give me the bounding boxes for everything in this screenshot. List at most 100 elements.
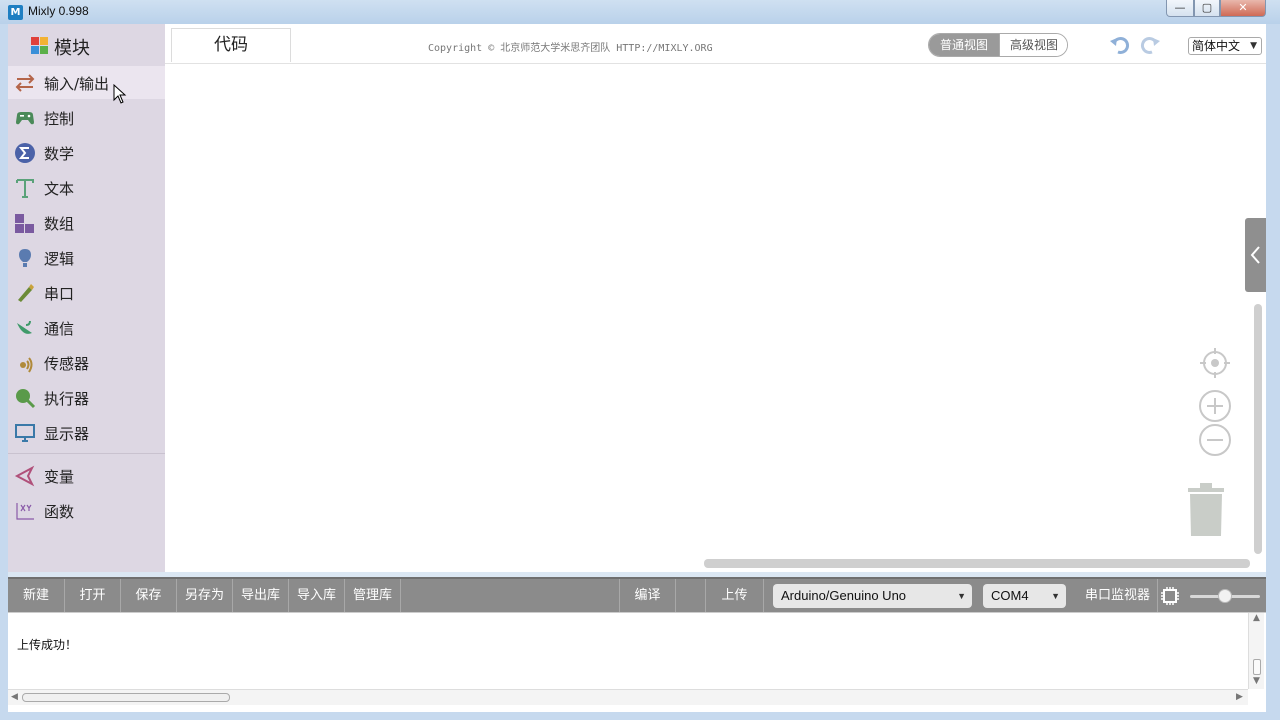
sidebar-item-actuator[interactable]: 执行器 xyxy=(8,381,165,414)
save-button[interactable]: 保存 xyxy=(121,579,177,612)
code-tab[interactable]: 代码 xyxy=(171,28,291,62)
workspace-vertical-scrollbar[interactable] xyxy=(1254,304,1262,554)
chevron-down-icon: ▼ xyxy=(1051,591,1060,601)
sensor-icon xyxy=(20,357,33,373)
console-message: 上传成功！ xyxy=(17,638,78,652)
view-mode-toggle: 普通视图 高级视图 xyxy=(928,33,1068,57)
window-frame-right xyxy=(1266,24,1280,720)
sidebar-item-label: 文本 xyxy=(44,180,75,198)
sidebar-item-label: 通信 xyxy=(44,320,75,338)
window-titlebar: M Mixly 0.998 — ▢ ✕ xyxy=(0,0,1280,24)
sidebar-item-label: 数组 xyxy=(44,215,75,233)
pen-icon xyxy=(18,284,34,302)
satellite-dish-icon xyxy=(17,320,32,334)
sidebar-item-label: 函数 xyxy=(44,503,75,521)
output-console: 上传成功！ ▲ ▼ ◀ ▶ xyxy=(8,612,1266,712)
app-logo-icon: M xyxy=(8,5,23,20)
blocks-tab[interactable]: 模块 xyxy=(8,24,165,64)
sidebar-item-sensor[interactable]: 传感器 xyxy=(8,346,165,379)
serial-monitor-button[interactable]: 串口监视器 xyxy=(1078,579,1158,612)
window-frame-left xyxy=(0,24,8,720)
sidebar-item-communication[interactable]: 通信 xyxy=(8,311,165,344)
sidebar-item-variables[interactable]: 变量 xyxy=(8,459,165,492)
sidebar-item-label: 输入/输出 xyxy=(44,75,110,93)
sidebar-item-label: 执行器 xyxy=(44,390,90,408)
console-horizontal-thumb[interactable] xyxy=(22,693,230,702)
chevron-down-icon: ▼ xyxy=(1250,41,1257,51)
zoom-slider-handle[interactable] xyxy=(1218,589,1232,603)
sidebar-item-array[interactable]: 数组 xyxy=(8,206,165,239)
header-bar: 模块 代码 Copyright © 北京师范大学米思齐团队 HTTP://MIX… xyxy=(8,24,1266,64)
sidebar-item-text[interactable]: 文本 xyxy=(8,171,165,204)
text-t-icon xyxy=(16,179,34,198)
scroll-up-icon[interactable]: ▲ xyxy=(1253,613,1260,623)
minimize-button[interactable]: — xyxy=(1166,0,1194,17)
mouse-cursor-icon xyxy=(113,84,127,104)
toolbar-spacer xyxy=(401,579,620,612)
sidebar-item-math[interactable]: 数学 xyxy=(8,136,165,169)
advanced-view-button[interactable]: 高级视图 xyxy=(999,34,1067,56)
sidebar-item-serial[interactable]: 串口 xyxy=(8,276,165,309)
export-library-button[interactable]: 导出库 xyxy=(233,579,289,612)
new-button[interactable]: 新建 xyxy=(8,579,65,612)
chip-icon[interactable] xyxy=(1160,586,1180,606)
undo-icon[interactable] xyxy=(1109,34,1131,56)
scroll-left-icon[interactable]: ◀ xyxy=(11,692,18,702)
open-button[interactable]: 打开 xyxy=(65,579,121,612)
recenter-icon[interactable] xyxy=(1198,346,1232,380)
workspace-horizontal-scrollbar[interactable] xyxy=(704,559,1250,568)
console-vertical-scrollbar[interactable]: ▲ ▼ xyxy=(1248,613,1264,689)
copyright-text: Copyright © 北京师范大学米思齐团队 HTTP://MIXLY.ORG xyxy=(428,43,713,54)
bottom-toolbar: 新建 打开 保存 另存为 导出库 导入库 管理库 编译 上传 Arduino/G… xyxy=(8,577,1266,612)
normal-view-button[interactable]: 普通视图 xyxy=(929,34,999,56)
sidebar-item-label: 串口 xyxy=(44,285,75,303)
close-button[interactable]: ✕ xyxy=(1220,0,1266,17)
sidebar-item-functions[interactable]: 函数 xyxy=(8,494,165,527)
sidebar-item-io[interactable]: 输入/输出 xyxy=(8,66,165,99)
maximize-button[interactable]: ▢ xyxy=(1194,0,1220,17)
sidebar-item-label: 传感器 xyxy=(44,355,90,373)
console-vertical-thumb[interactable] xyxy=(1253,659,1261,675)
scroll-down-icon[interactable]: ▼ xyxy=(1253,676,1260,686)
sidebar-item-label: 控制 xyxy=(44,110,75,128)
trash-icon[interactable] xyxy=(1186,482,1226,538)
sigma-icon xyxy=(15,143,35,163)
board-select-value: Arduino/Genuino Uno xyxy=(781,588,907,603)
language-select-value: 简体中文 xyxy=(1192,39,1241,53)
blockly-workspace[interactable] xyxy=(165,64,1266,572)
manage-library-button[interactable]: 管理库 xyxy=(345,579,401,612)
save-as-button[interactable]: 另存为 xyxy=(177,579,233,612)
blocks-tab-label: 模块 xyxy=(54,38,90,59)
window-title: Mixly 0.998 xyxy=(28,4,89,18)
sidebar-item-control[interactable]: 控制 xyxy=(8,101,165,134)
toolbar-spacer xyxy=(676,579,706,612)
sidebar-item-logic[interactable]: 逻辑 xyxy=(8,241,165,274)
scroll-right-icon[interactable]: ▶ xyxy=(1236,692,1243,702)
lightbulb-icon xyxy=(19,249,31,267)
port-select-value: COM4 xyxy=(991,588,1029,603)
board-select[interactable]: Arduino/Genuino Uno ▼ xyxy=(773,584,972,608)
port-select[interactable]: COM4 ▼ xyxy=(983,584,1066,608)
sidebar-item-label: 显示器 xyxy=(44,425,90,443)
collapse-panel-button[interactable] xyxy=(1245,218,1266,292)
import-library-button[interactable]: 导入库 xyxy=(289,579,345,612)
sidebar-item-label: 逻辑 xyxy=(44,250,75,268)
redo-icon[interactable] xyxy=(1139,34,1161,56)
variable-cube-icon xyxy=(14,465,35,487)
compile-button[interactable]: 编译 xyxy=(620,579,676,612)
chevron-left-icon xyxy=(1250,246,1260,264)
upload-button[interactable]: 上传 xyxy=(706,579,764,612)
function-xy-icon xyxy=(16,503,34,520)
language-select[interactable]: 简体中文 ▼ xyxy=(1188,37,1262,55)
sidebar-item-label: 变量 xyxy=(44,468,75,486)
actuator-icon xyxy=(16,389,36,409)
monitor-icon xyxy=(15,424,35,442)
zoom-out-icon[interactable] xyxy=(1198,423,1232,457)
arrows-io-icon xyxy=(15,74,35,92)
block-category-sidebar: 输入/输出 控制 数学 文本 数组 逻辑 串口 通信 传感器 执行器 显示器 变… xyxy=(8,64,165,572)
sidebar-divider xyxy=(8,453,165,454)
chevron-down-icon: ▼ xyxy=(957,591,966,601)
zoom-in-icon[interactable] xyxy=(1198,389,1232,423)
console-horizontal-scrollbar[interactable]: ◀ ▶ xyxy=(8,689,1248,705)
sidebar-item-display[interactable]: 显示器 xyxy=(8,416,165,449)
